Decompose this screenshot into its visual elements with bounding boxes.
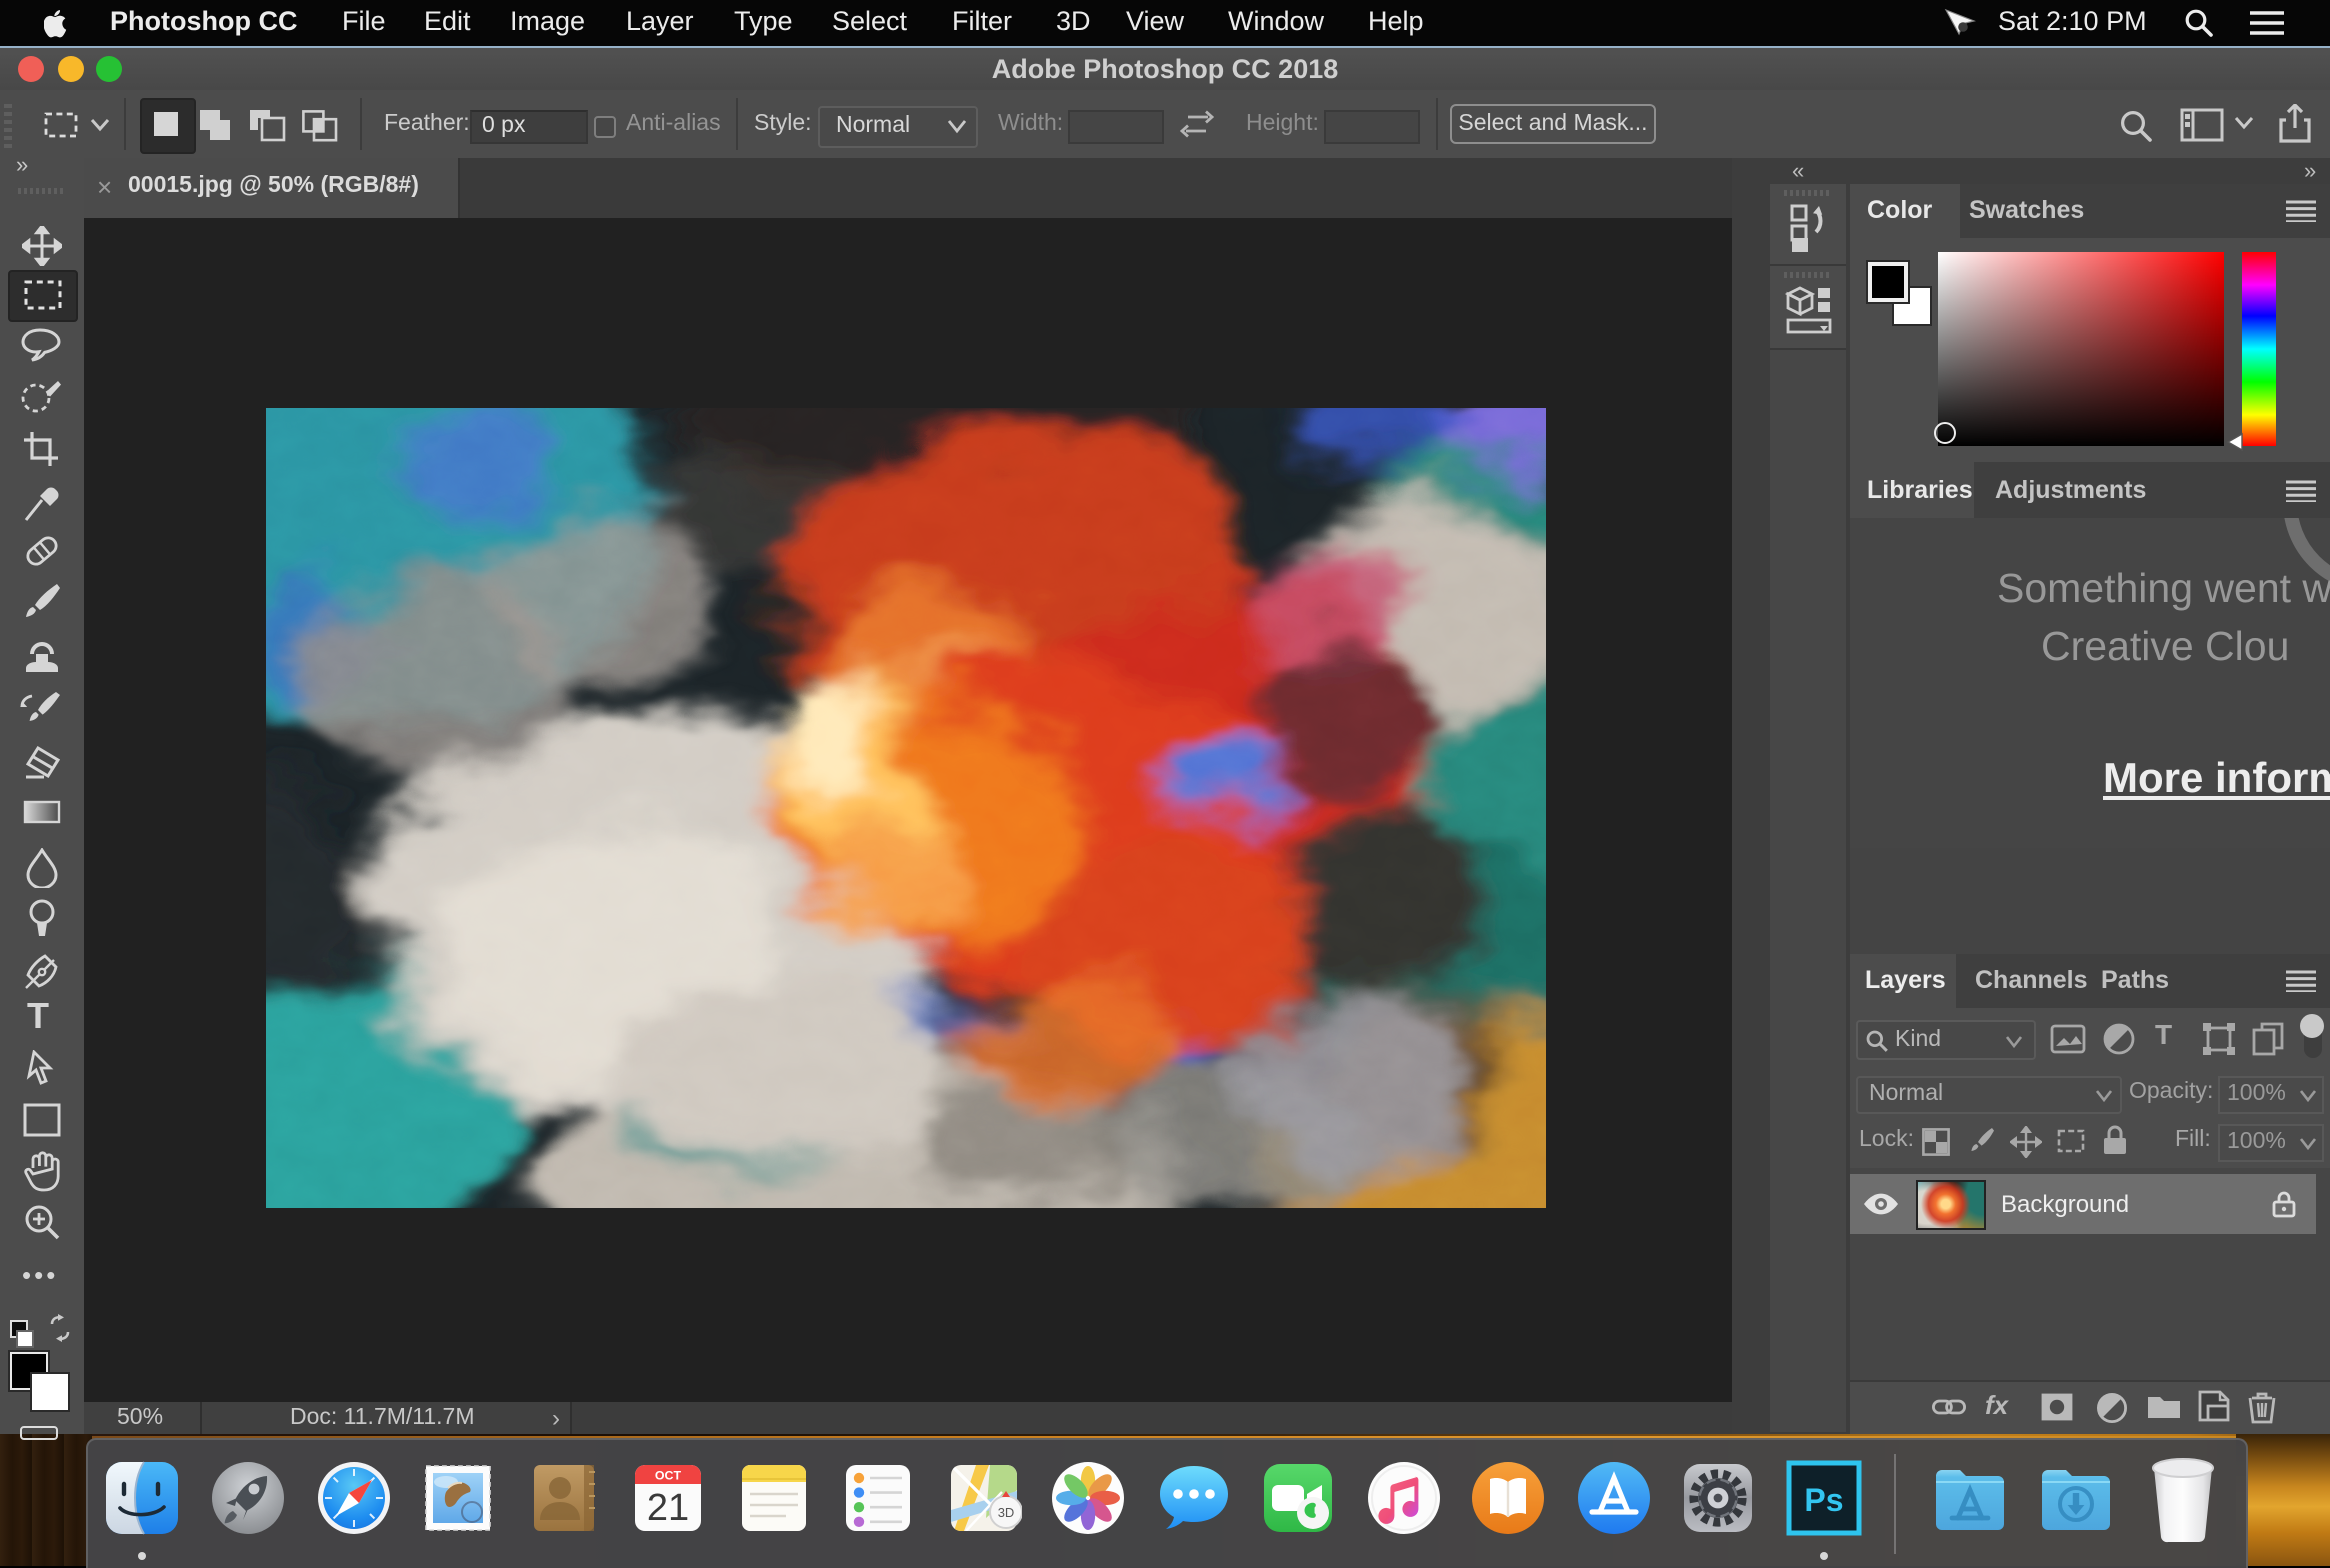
- svg-text:OCT: OCT: [655, 1469, 682, 1483]
- svg-text:21: 21: [647, 1487, 689, 1529]
- svg-text:Ps: Ps: [1803, 1482, 1842, 1518]
- svg-text:3D: 3D: [997, 1505, 1014, 1520]
